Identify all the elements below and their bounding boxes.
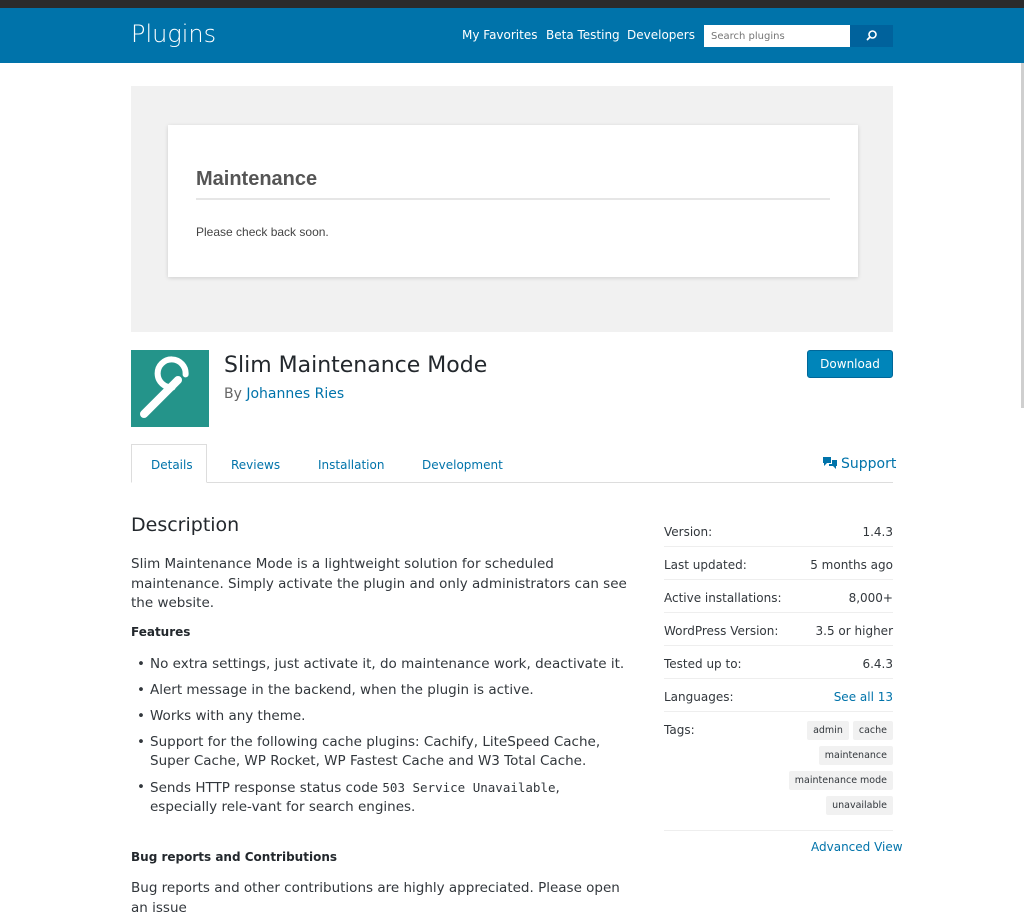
meta-row-languages: Languages: See all 13	[664, 678, 893, 712]
meta-value: 6.4.3	[862, 657, 893, 671]
meta-label: Tags:	[664, 723, 695, 737]
description-heading: Description	[131, 514, 240, 536]
list-item: Alert message in the backend, when the p…	[131, 681, 631, 700]
nav-my-favorites[interactable]: My Favorites	[462, 28, 537, 42]
list-item: Works with any theme.	[131, 707, 631, 726]
meta-label: Version:	[664, 525, 713, 539]
tag-maintenance-mode[interactable]: maintenance mode	[788, 771, 893, 790]
plugin-author: By Johannes Ries	[224, 386, 344, 402]
meta-row-active-installations: Active installations: 8,000+	[664, 579, 893, 613]
tag-maintenance[interactable]: maintenance	[818, 746, 893, 765]
meta-value: 8,000+	[848, 591, 893, 605]
tabs-divider	[131, 482, 893, 483]
meta-row-wordpress-version: WordPress Version: 3.5 or higher	[664, 612, 893, 646]
meta-row-tags: Tags: admin cache maintenance maintenance…	[664, 711, 893, 831]
meta-row-tested-up-to: Tested up to: 6.4.3	[664, 645, 893, 679]
meta-row-version: Version: 1.4.3	[664, 513, 893, 547]
meta-row-last-updated: Last updated: 5 months ago	[664, 546, 893, 580]
author-link[interactable]: Johannes Ries	[246, 386, 344, 402]
tab-reviews[interactable]: Reviews	[231, 458, 280, 472]
tab-development[interactable]: Development	[422, 458, 503, 472]
maintenance-preview-title: Maintenance	[196, 168, 318, 190]
description-intro: Slim Maintenance Mode is a lightweight s…	[131, 556, 627, 611]
divider	[196, 198, 830, 200]
tab-installation[interactable]: Installation	[318, 458, 384, 472]
advanced-view-link[interactable]: Advanced View	[811, 840, 903, 854]
tag-list: admin cache maintenance maintenance mode …	[773, 721, 893, 821]
plugins-brand-link[interactable]: Plugins	[131, 20, 216, 48]
languages-link[interactable]: See all 13	[834, 690, 893, 704]
meta-value: 3.5 or higher	[815, 624, 893, 638]
meta-value: 1.4.3	[862, 525, 893, 539]
nav-beta-testing[interactable]: Beta Testing	[546, 28, 620, 42]
meta-label: Active installations:	[664, 591, 782, 605]
list-item: Support for the following cache plugins:…	[131, 733, 631, 771]
meta-label: Last updated:	[664, 558, 747, 572]
search-input[interactable]	[704, 25, 850, 47]
search-button[interactable]	[850, 25, 893, 47]
support-link[interactable]: Support	[822, 456, 896, 472]
meta-label: Tested up to:	[664, 657, 742, 671]
list-item: No extra settings, just activate it, do …	[131, 655, 631, 674]
list-item: Sends HTTP response status code 503 Serv…	[131, 778, 631, 817]
tab-details[interactable]: Details	[151, 458, 193, 472]
search-icon	[866, 30, 877, 41]
browser-top-strip	[0, 0, 1024, 8]
chat-bubbles-icon	[823, 457, 837, 469]
bug-reports-text: Bug reports and other contributions are …	[131, 880, 620, 916]
plugin-banner: Maintenance Please check back soon.	[131, 86, 893, 332]
support-label: Support	[841, 456, 897, 472]
meta-label: WordPress Version:	[664, 624, 779, 638]
site-header: Plugins My Favorites Beta Testing Develo…	[0, 8, 1024, 63]
maintenance-preview-text: Please check back soon.	[196, 225, 329, 239]
meta-label: Languages:	[664, 690, 734, 704]
wrench-icon	[140, 356, 189, 418]
status-code: 503 Service Unavailable	[382, 780, 556, 795]
maintenance-preview-card: Maintenance Please check back soon.	[168, 125, 858, 277]
plugin-icon	[131, 350, 209, 427]
meta-value: 5 months ago	[810, 558, 893, 572]
nav-developers[interactable]: Developers	[627, 28, 695, 42]
features-list: No extra settings, just activate it, do …	[131, 655, 631, 824]
features-heading: Features	[131, 625, 191, 639]
plugin-title: Slim Maintenance Mode	[224, 353, 488, 378]
tag-unavailable[interactable]: unavailable	[826, 796, 893, 815]
feature-text: Sends HTTP response status code	[150, 780, 379, 796]
author-by-label: By	[224, 386, 242, 402]
tag-admin[interactable]: admin	[807, 721, 849, 740]
tag-cache[interactable]: cache	[852, 721, 893, 740]
bug-reports-heading: Bug reports and Contributions	[131, 850, 338, 864]
download-button[interactable]: Download	[807, 350, 893, 378]
